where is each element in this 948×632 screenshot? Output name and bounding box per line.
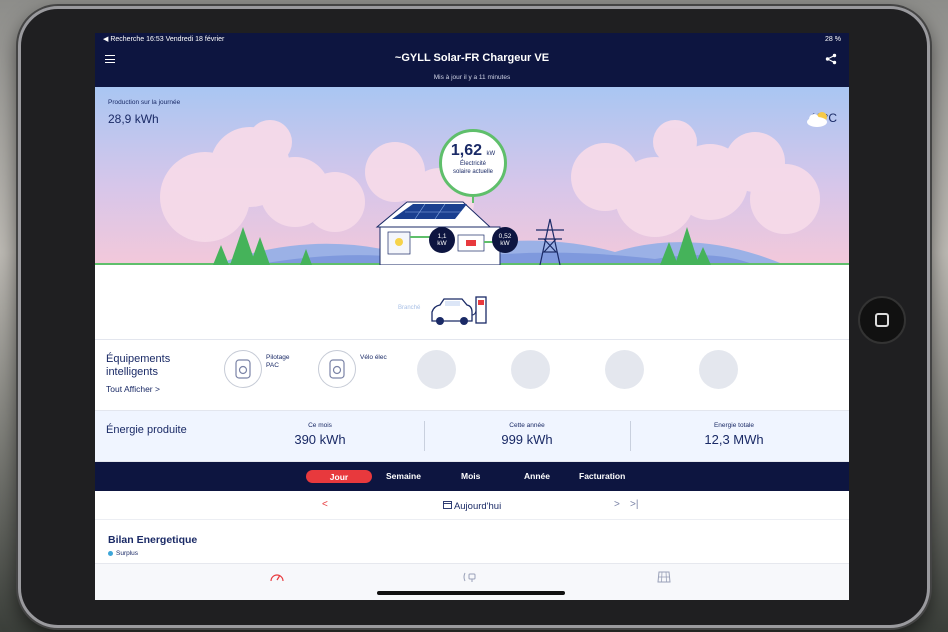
divider <box>630 421 631 451</box>
update-status: Mis à jour il y a 11 minutes <box>433 74 511 81</box>
energy-year-value: 999 kWh <box>501 432 553 447</box>
grid-tab-icon[interactable] <box>657 571 671 586</box>
current-label-2: solaire actuelle <box>452 169 494 175</box>
device-placeholder <box>417 350 456 389</box>
current-date: Aujourd'hui <box>453 501 502 512</box>
energy-year-label: Cette année <box>509 422 545 429</box>
tab-facturation[interactable]: Facturation <box>579 471 625 481</box>
status-left: ◀ Recherche 16:53 Vendredi 18 février <box>103 36 225 43</box>
tab-mois[interactable]: Mois <box>461 471 480 481</box>
home-tab-icon[interactable] <box>270 571 284 586</box>
equipment-title: Équipements intelligents <box>106 353 170 379</box>
device-label-pac-line2: PAC <box>266 361 279 369</box>
device-placeholder <box>699 350 738 389</box>
current-unit: kW <box>486 151 496 157</box>
home-button[interactable] <box>858 296 906 344</box>
bottom-navigation <box>95 563 849 600</box>
legend-dot <box>108 551 113 556</box>
production-label: Production sur la journée <box>108 99 181 106</box>
current-production-gauge: 1,62 kW Électricité solaire actuelle <box>439 129 507 197</box>
energy-title: Énergie produite <box>106 424 187 436</box>
device-velo-elec[interactable] <box>318 350 356 388</box>
energy-balance-section: Bilan Energetique Surplus <box>95 520 849 560</box>
date-navigator: < Aujourd'hui > >| <box>95 491 849 520</box>
production-value: 28,9 kWh <box>108 112 159 126</box>
home-flow-unit: kW <box>437 240 447 247</box>
tab-annee[interactable]: Année <box>524 471 550 481</box>
battery-status: 28 % <box>825 35 841 43</box>
car-status-label: Branché <box>398 305 421 311</box>
weather-widget: 15°C <box>805 111 837 127</box>
period-tabs: Jour Semaine Mois Année Facturation <box>95 462 849 491</box>
grid-flow-value: 0,52 <box>498 233 512 240</box>
grid-export-badge: 0,52 kW <box>492 227 518 253</box>
share-icon[interactable] <box>825 53 837 68</box>
energy-month-value: 390 kWh <box>294 432 346 447</box>
legend-surplus: Surplus <box>108 550 138 557</box>
smart-equipment-section: Équipements intelligents Tout Afficher >… <box>95 340 849 411</box>
last-day-button[interactable]: >| <box>630 499 638 510</box>
home-flow-value: 1,1 <box>437 233 447 240</box>
divider <box>424 421 425 451</box>
date-picker[interactable]: Aujourd'hui <box>95 500 849 512</box>
calendar-icon <box>442 501 454 512</box>
current-label-1: Électricité <box>459 161 486 167</box>
plug-icon <box>329 359 345 379</box>
device-label-pac-line1: Pilotage <box>266 354 290 361</box>
energy-month-label: Ce mois <box>308 422 332 429</box>
app-screen: ◀ Recherche 16:53 Vendredi 18 février 28… <box>95 33 849 600</box>
equipment-title-line2: intelligents <box>106 366 158 378</box>
chart-tab-icon[interactable] <box>463 571 479 586</box>
energy-total: Energie totale 12,3 MWh <box>634 422 834 447</box>
device-label-velo: Vélo élec <box>360 354 387 361</box>
page-title: ~GYLL Solar-FR Chargeur VE <box>394 52 550 64</box>
energy-flow-hero: Production sur la journée 28,9 kWh 15°C … <box>95 87 849 265</box>
energy-total-label: Energie totale <box>713 422 755 429</box>
plug-icon <box>235 359 251 379</box>
legend-label: Surplus <box>116 550 139 557</box>
energy-balance-title: Bilan Energetique <box>108 534 198 546</box>
home-consumption-badge: 1,1 kW <box>429 227 455 253</box>
car-charger-icon <box>431 296 487 325</box>
next-day-button[interactable]: > <box>614 499 620 510</box>
current-value: 1,62 <box>450 142 482 159</box>
device-placeholder <box>511 350 550 389</box>
device-pilotage-pac[interactable] <box>224 350 262 388</box>
ev-charger-section[interactable]: Branché <box>95 265 849 340</box>
device-label-pac: Pilotage PAC <box>266 354 290 369</box>
energy-year: Cette année 999 kWh <box>427 422 627 447</box>
app-header: ~GYLL Solar-FR Chargeur VE Mis à jour il… <box>95 45 849 87</box>
equipment-title-line1: Équipements <box>106 353 171 365</box>
grid-flow-unit: kW <box>500 240 510 247</box>
tab-semaine[interactable]: Semaine <box>386 471 421 481</box>
device-placeholder <box>605 350 644 389</box>
tab-jour[interactable]: Jour <box>306 470 372 483</box>
show-all-link[interactable]: Tout Afficher > <box>106 384 160 394</box>
home-indicator <box>377 591 565 595</box>
energy-total-value: 12,3 MWh <box>704 432 764 447</box>
energy-month: Ce mois 390 kWh <box>220 422 420 447</box>
energy-produced-section: Énergie produite Ce mois 390 kWh Cette a… <box>95 411 849 462</box>
status-bar: ◀ Recherche 16:53 Vendredi 18 février 28… <box>95 33 849 45</box>
